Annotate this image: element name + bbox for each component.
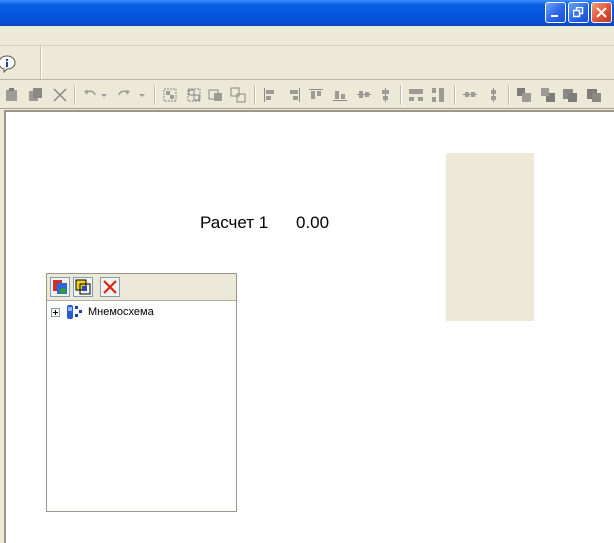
- rectangle-shape[interactable]: [446, 153, 534, 321]
- toolbar-separator: [454, 85, 455, 105]
- expand-toggle[interactable]: [51, 307, 60, 317]
- ungroup-tool-icon[interactable]: [230, 87, 246, 103]
- send-back-icon[interactable]: [540, 87, 556, 103]
- center-horizontal-icon[interactable]: [462, 87, 478, 103]
- tree-node-mnemonic[interactable]: Мнемосхема: [51, 304, 154, 320]
- delete-icon: [103, 280, 117, 294]
- mnemonic-node-icon: [67, 305, 82, 319]
- properties-icon: [75, 279, 91, 295]
- copy-icon[interactable]: [28, 87, 44, 103]
- toolbar-separator: [254, 85, 255, 105]
- group-icon[interactable]: [162, 87, 178, 103]
- restore-button[interactable]: [568, 2, 589, 23]
- toolbar-separator: [154, 85, 155, 105]
- redo-dropdown-icon[interactable]: [138, 87, 146, 103]
- ungroup-icon[interactable]: [186, 87, 202, 103]
- toolbar-separator: [400, 85, 401, 105]
- calc-label[interactable]: Расчет 1: [200, 213, 268, 233]
- toolbar-separator: [74, 85, 75, 105]
- send-backward-icon[interactable]: [586, 87, 602, 103]
- undo-dropdown-icon[interactable]: [100, 87, 108, 103]
- tree-node-label: Мнемосхема: [88, 306, 154, 318]
- toolbar-main: [0, 46, 614, 80]
- paste-icon[interactable]: [4, 87, 20, 103]
- space-vertical-icon[interactable]: [430, 87, 446, 103]
- toolbar-edit: [0, 81, 614, 109]
- bring-front-icon[interactable]: [516, 87, 532, 103]
- properties-button[interactable]: [73, 277, 93, 297]
- delete-button[interactable]: [100, 277, 120, 297]
- redo-icon[interactable]: [116, 87, 132, 103]
- align-top-icon[interactable]: [308, 87, 324, 103]
- bring-forward-icon[interactable]: [562, 87, 578, 103]
- minimize-icon: [551, 15, 558, 17]
- cut-icon[interactable]: [52, 87, 68, 103]
- space-horizontal-icon[interactable]: [408, 87, 424, 103]
- align-bottom-icon[interactable]: [332, 87, 348, 103]
- title-bar[interactable]: [0, 0, 614, 26]
- align-left-icon[interactable]: [262, 87, 278, 103]
- restore-icon: [573, 7, 584, 18]
- minimize-button[interactable]: [545, 2, 566, 23]
- undo-icon[interactable]: [82, 87, 98, 103]
- menu-bar: [0, 26, 614, 46]
- info-icon[interactable]: [0, 55, 16, 73]
- object-tree-panel: Мнемосхема: [46, 273, 237, 512]
- calc-value[interactable]: 0.00: [296, 213, 329, 233]
- tree-toolbar: [47, 274, 236, 301]
- add-object-button[interactable]: [50, 277, 70, 297]
- close-button[interactable]: [591, 2, 612, 23]
- center-vertical-icon[interactable]: [486, 87, 502, 103]
- toolbar-separator: [508, 85, 509, 105]
- align-right-icon[interactable]: [286, 87, 302, 103]
- align-hcenter-icon[interactable]: [356, 87, 372, 103]
- add-object-icon: [53, 280, 67, 294]
- align-vcenter-icon[interactable]: [378, 87, 394, 103]
- close-icon: [596, 7, 607, 18]
- group-tool-icon[interactable]: [208, 87, 224, 103]
- toolbar-separator: [40, 46, 41, 79]
